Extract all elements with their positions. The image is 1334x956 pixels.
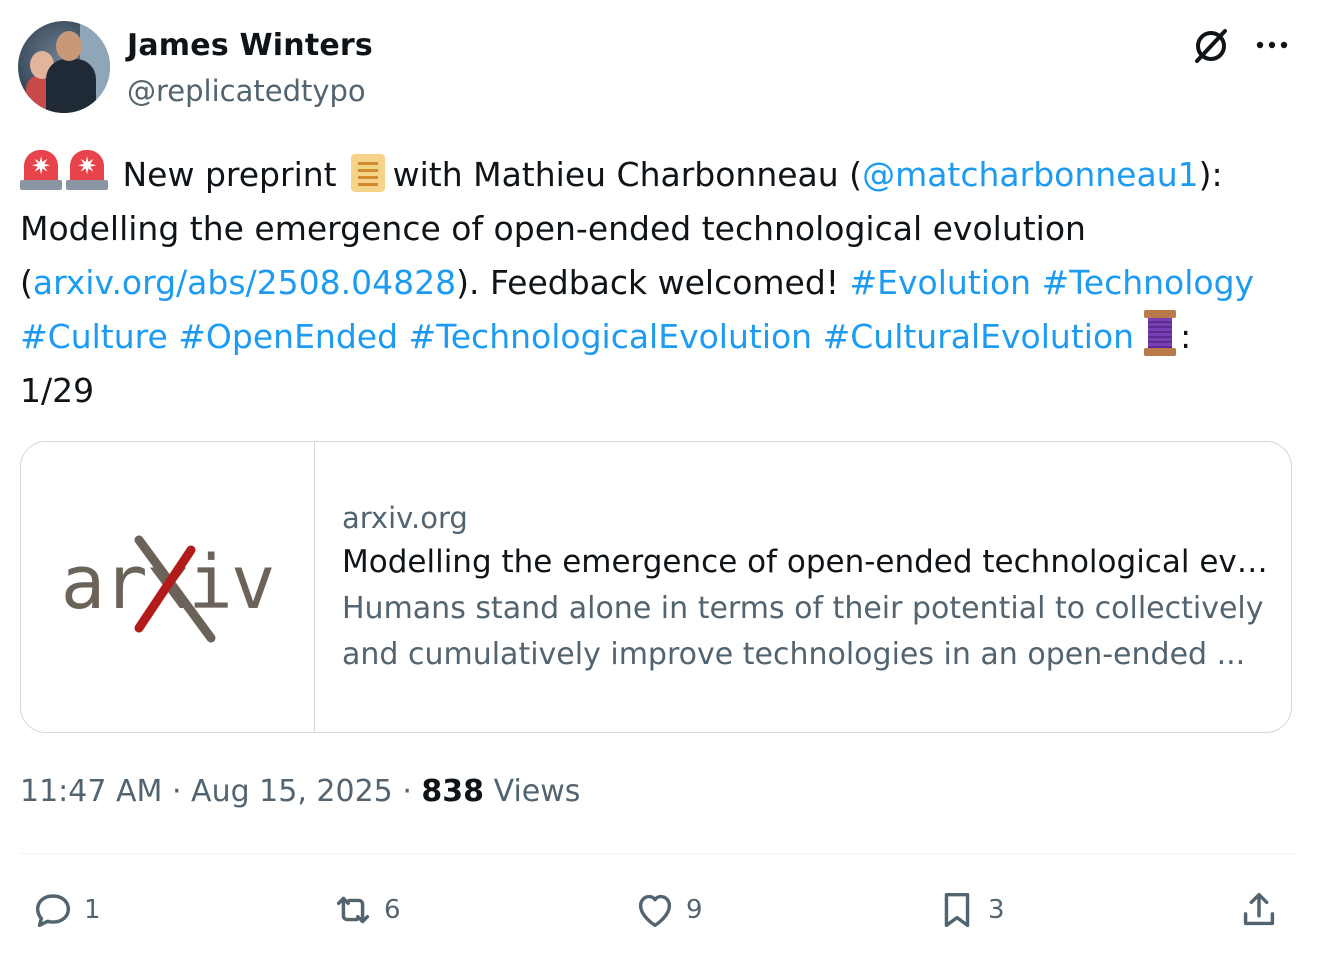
- like-button[interactable]: 9: [632, 882, 703, 938]
- card-domain: arxiv.org: [342, 501, 468, 535]
- bookmark-button[interactable]: 3: [934, 882, 1005, 938]
- repost-icon: [336, 896, 370, 924]
- avatar[interactable]: [18, 21, 110, 113]
- like-count: 9: [686, 895, 703, 925]
- scroll-icon: [347, 150, 387, 194]
- mention-link[interactable]: @matcharbonneau1: [862, 155, 1199, 194]
- repost-button[interactable]: 6: [330, 882, 401, 938]
- hashtag-link[interactable]: #Technology: [1042, 263, 1255, 302]
- tweet-text: ✷ ✷ New preprint with Mathieu Charbonneau …: [20, 148, 1310, 418]
- tweet-text-part: :: [1180, 317, 1192, 356]
- grok-icon[interactable]: [1191, 26, 1231, 66]
- hashtag-link[interactable]: #Culture: [20, 317, 168, 356]
- author-handle[interactable]: @replicatedtypo: [127, 74, 366, 108]
- thread-icon: [1140, 310, 1180, 356]
- reply-button[interactable]: 1: [30, 882, 101, 938]
- divider: [20, 853, 1294, 854]
- tweet-meta: 11:47 AM · Aug 15, 2025 · 838 Views: [20, 774, 580, 809]
- repost-count: 6: [384, 895, 401, 925]
- hashtag-link[interactable]: #Evolution: [850, 263, 1032, 302]
- tweet-text-part: ). Feedback welcomed!: [456, 263, 840, 302]
- share-button[interactable]: [1236, 882, 1282, 938]
- more-icon[interactable]: [1252, 30, 1292, 60]
- meta-separator: ·: [171, 774, 182, 809]
- share-icon: [1243, 892, 1275, 926]
- heart-icon: [638, 894, 672, 928]
- link-preview-card[interactable]: arxiv arxiv.org Modelling the emergence …: [20, 441, 1292, 733]
- views-count: 838: [421, 774, 485, 809]
- card-title: Modelling the emergence of open-ended te…: [342, 544, 1271, 580]
- paper-link[interactable]: arxiv.org/abs/2508.04828: [33, 263, 456, 302]
- tweet-time[interactable]: 11:47 AM: [20, 774, 162, 809]
- tweet-text-part: New preprint: [122, 155, 337, 194]
- hashtag-link[interactable]: #OpenEnded: [178, 317, 398, 356]
- hashtag-link[interactable]: #TechnologicalEvolution: [409, 317, 813, 356]
- reply-icon: [35, 894, 71, 928]
- bookmark-count: 3: [988, 895, 1005, 925]
- meta-separator: ·: [402, 774, 412, 809]
- rotating-light-icon: ✷: [66, 148, 108, 192]
- reply-count: 1: [84, 895, 101, 925]
- arxiv-logo: arxiv: [61, 535, 275, 643]
- hashtag-link[interactable]: #CulturalEvolution: [823, 317, 1134, 356]
- tweet-text-part: with Mathieu Charbonneau (: [392, 155, 863, 194]
- rotating-light-icon: ✷: [20, 148, 62, 192]
- author-name[interactable]: James Winters: [127, 28, 373, 63]
- bookmark-icon: [944, 892, 970, 928]
- card-thumbnail: arxiv: [21, 442, 315, 732]
- views-label: Views: [493, 774, 581, 809]
- thread-counter: 1/29: [20, 371, 95, 410]
- card-description: Humans stand alone in terms of their pot…: [342, 591, 1264, 672]
- tweet-date[interactable]: Aug 15, 2025: [191, 774, 393, 809]
